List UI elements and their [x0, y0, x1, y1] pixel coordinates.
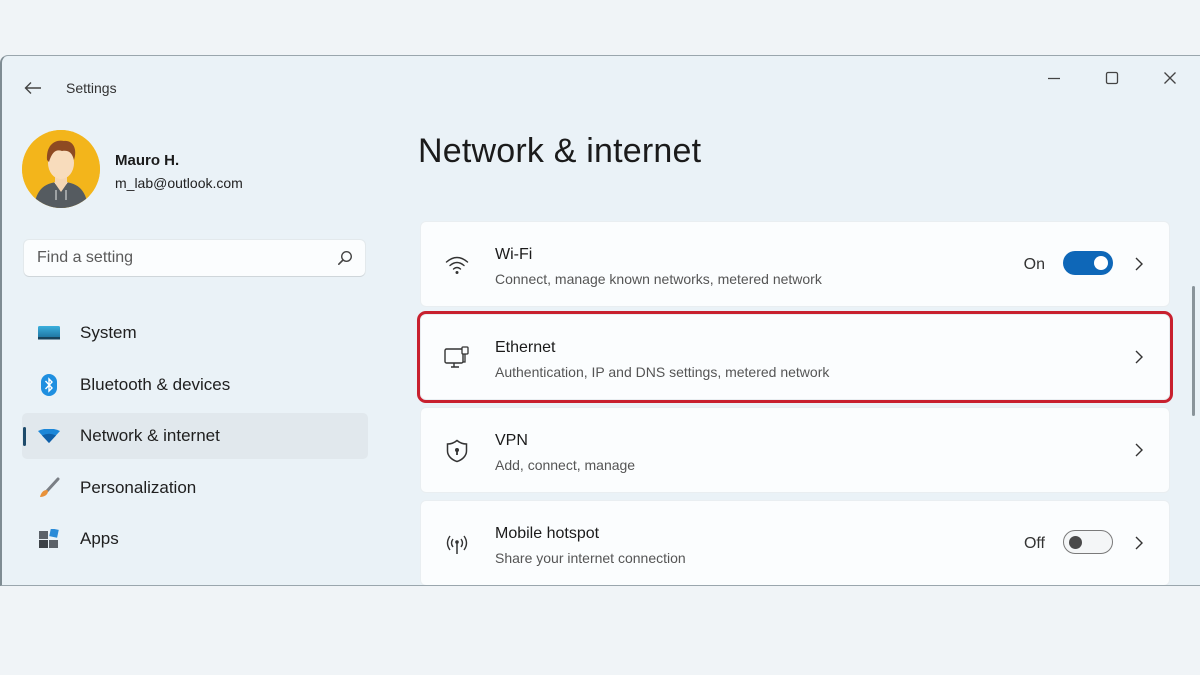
close-button[interactable] [1150, 66, 1190, 90]
hotspot-toggle[interactable] [1063, 530, 1113, 554]
chevron-right-icon[interactable] [1129, 253, 1149, 275]
card-subtitle: Connect, manage known networks, metered … [495, 271, 822, 287]
card-subtitle: Share your internet connection [495, 550, 686, 566]
search-icon[interactable] [337, 250, 353, 266]
card-ethernet[interactable]: Ethernet Authentication, IP and DNS sett… [417, 311, 1173, 403]
card-title: Wi-Fi [495, 246, 533, 263]
sidebar-item-apps[interactable]: Apps [22, 516, 368, 562]
avatar [22, 130, 100, 208]
brush-icon [38, 477, 60, 499]
card-title: Mobile hotspot [495, 525, 600, 542]
sidebar-nav: System Bluetooth & devices Network & int… [22, 310, 368, 568]
active-indicator [23, 427, 26, 446]
page-title: Network & internet [418, 132, 702, 170]
card-title: Ethernet [495, 339, 556, 356]
toggle-knob [1094, 256, 1108, 270]
back-arrow-icon [24, 82, 41, 94]
card-mobile-hotspot[interactable]: Mobile hotspot Share your internet conne… [421, 501, 1169, 585]
card-title: VPN [495, 432, 528, 449]
sidebar-item-label: Personalization [80, 477, 197, 497]
search-box[interactable] [24, 240, 365, 276]
toggle-state-label: On [1023, 256, 1045, 273]
sidebar-item-bluetooth-devices[interactable]: Bluetooth & devices [22, 362, 368, 408]
avatar-icon [22, 130, 100, 208]
wifi-icon [38, 425, 60, 447]
chevron-right-icon[interactable] [1129, 532, 1149, 554]
sidebar-item-system[interactable]: System [22, 310, 368, 356]
shield-icon [443, 438, 471, 464]
minimize-button[interactable] [1034, 66, 1074, 90]
sidebar-item-network-internet[interactable]: Network & internet [22, 413, 368, 459]
sidebar-item-personalization[interactable]: Personalization [22, 465, 368, 511]
title-bar: Settings [2, 56, 1200, 120]
sidebar-item-label: Bluetooth & devices [80, 374, 231, 394]
ethernet-icon [443, 345, 471, 371]
toggle-knob [1069, 535, 1082, 549]
app-title: Settings [66, 80, 117, 96]
card-wifi[interactable]: Wi-Fi Connect, manage known networks, me… [421, 222, 1169, 306]
sidebar-item-label: System [80, 323, 137, 342]
card-subtitle: Add, connect, manage [495, 457, 636, 473]
close-icon [1164, 72, 1176, 84]
chevron-right-icon[interactable] [1129, 439, 1149, 461]
wifi-icon [443, 252, 471, 278]
sidebar-item-label: Apps [80, 529, 119, 548]
maximize-icon [1105, 71, 1119, 85]
user-email: m_lab@outlook.com [115, 175, 243, 191]
chevron-right-icon[interactable] [1129, 346, 1149, 368]
toggle-state-label: Off [1023, 535, 1045, 552]
search-input[interactable] [24, 240, 327, 276]
settings-list: Wi-Fi Connect, manage known networks, me… [417, 222, 1173, 585]
monitor-icon [38, 322, 60, 344]
sidebar-item-label: Network & internet [80, 426, 220, 445]
maximize-button[interactable] [1092, 66, 1132, 90]
wifi-toggle[interactable] [1063, 251, 1113, 275]
card-subtitle: Authentication, IP and DNS settings, met… [495, 364, 830, 380]
settings-window: Settings Mauro H. m_lab@outlook.com Find… [0, 55, 1200, 586]
minimize-icon [1048, 77, 1060, 80]
back-button[interactable] [20, 76, 46, 100]
hotspot-icon [443, 531, 471, 557]
bluetooth-icon [38, 373, 60, 396]
card-vpn[interactable]: VPN Add, connect, manage [421, 408, 1169, 492]
user-name: Mauro H. [115, 152, 180, 169]
scrollbar[interactable] [1192, 286, 1195, 416]
apps-icon [38, 528, 60, 550]
